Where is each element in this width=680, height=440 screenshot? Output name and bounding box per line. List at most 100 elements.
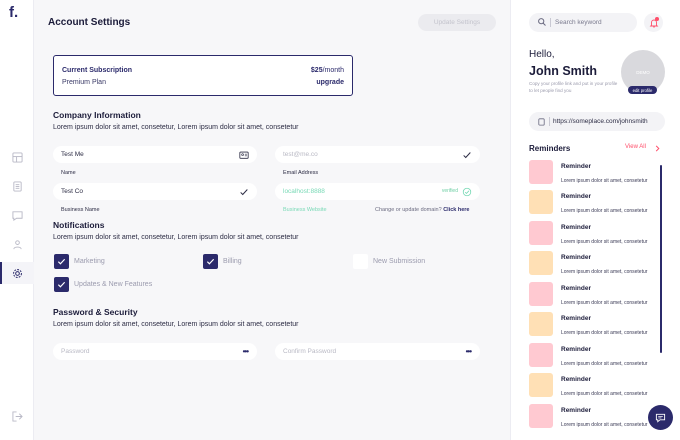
password-mask-icon: ••• — [242, 347, 249, 356]
billing-label: Billing — [223, 258, 242, 265]
reminder-title: Reminder — [561, 376, 591, 383]
reminder-item[interactable]: Reminder Lorem ipsum dolor sit amet, con… — [529, 250, 659, 275]
reminder-text: Lorem ipsum dolor sit amet, consetetur — [561, 208, 648, 214]
domain-note: Change or update domain? Click here — [375, 207, 470, 213]
reminder-title: Reminder — [561, 224, 591, 231]
domain-click-here-link[interactable]: Click here — [443, 207, 469, 213]
chat-fab-button[interactable] — [648, 405, 673, 430]
email-field[interactable]: test@me.co — [275, 146, 480, 163]
business-name-label: Business Name — [61, 207, 100, 213]
reminder-swatch — [529, 282, 553, 306]
notification-button[interactable] — [644, 13, 663, 32]
business-name-field[interactable]: Test Co — [53, 183, 257, 200]
dashboard-icon[interactable] — [11, 151, 23, 163]
settings-icon[interactable] — [11, 267, 23, 279]
reminder-title: Reminder — [561, 193, 591, 200]
business-website-field[interactable]: localhost:8888 verified — [275, 183, 480, 200]
checkmark-icon — [206, 258, 215, 265]
page-title: Account Settings — [48, 17, 131, 28]
reminder-swatch — [529, 221, 553, 245]
notifications-section-description: Lorem ipsum dolor sit amet, consetetur, … — [53, 234, 299, 241]
reminder-title: Reminder — [561, 163, 591, 170]
company-section-title: Company Information — [53, 110, 141, 120]
billing-checkbox[interactable] — [203, 254, 218, 269]
updates-features-checkbox[interactable] — [54, 277, 69, 292]
check-icon — [461, 149, 472, 160]
reminder-swatch — [529, 190, 553, 214]
subscription-card: Current Subscription Premium Plan $25/mo… — [53, 55, 353, 96]
website-placeholder: localhost:8888 — [283, 188, 325, 195]
notification-dot — [655, 17, 659, 21]
profile-hint: Copy your profile link and put in your p… — [529, 81, 618, 93]
updates-features-label: Updates & New Features — [74, 281, 153, 288]
security-section-description: Lorem ipsum dolor sit amet, consetetur, … — [53, 321, 299, 328]
reminder-swatch — [529, 343, 553, 367]
logout-icon[interactable] — [11, 410, 23, 422]
update-settings-button[interactable]: Update Settings — [418, 14, 496, 31]
new-submission-label: New Submission — [373, 258, 426, 265]
url-divider — [549, 117, 550, 126]
reminder-title: Reminder — [561, 346, 591, 353]
name-field[interactable]: Test Me — [53, 146, 257, 163]
chat-bubble-icon — [655, 413, 666, 423]
sidebar: f. — [0, 0, 34, 440]
search-placeholder: Search keyword — [555, 19, 602, 26]
users-icon[interactable] — [11, 238, 23, 250]
brand-logo[interactable]: f. — [9, 4, 18, 21]
search-input[interactable]: Search keyword — [529, 13, 637, 32]
right-panel: Search keyword Hello, John Smith Copy yo… — [510, 0, 680, 440]
verified-badge: verified — [441, 188, 458, 194]
reminder-item[interactable]: Reminder Lorem ipsum dolor sit amet, con… — [529, 159, 659, 184]
edit-profile-button[interactable]: edit profile — [628, 86, 657, 94]
reminder-item[interactable]: Reminder Lorem ipsum dolor sit amet, con… — [529, 403, 659, 428]
verified-check-icon — [461, 186, 472, 197]
reminder-item[interactable]: Reminder Lorem ipsum dolor sit amet, con… — [529, 311, 659, 336]
marketing-checkbox[interactable] — [54, 254, 69, 269]
reminder-swatch — [529, 404, 553, 428]
reminders-list: Reminder Lorem ipsum dolor sit amet, con… — [529, 159, 665, 429]
notifications-section-title: Notifications — [53, 220, 105, 230]
reminder-text: Lorem ipsum dolor sit amet, consetetur — [561, 422, 648, 428]
greeting: Hello, — [529, 49, 555, 60]
price-amount: $25 — [310, 67, 323, 74]
new-submission-checkbox[interactable] — [353, 254, 368, 269]
reminder-title: Reminder — [561, 315, 591, 322]
business-website-label: Business Website — [283, 207, 327, 213]
reminder-swatch — [529, 251, 553, 275]
document-icon[interactable] — [11, 180, 23, 192]
reminder-item[interactable]: Reminder Lorem ipsum dolor sit amet, con… — [529, 220, 659, 245]
confirm-password-placeholder: Confirm Password — [283, 348, 337, 355]
reminder-swatch — [529, 160, 553, 184]
profile-url-field[interactable]: https://someplace.com/johnsmith — [529, 112, 665, 131]
checkmark-icon — [57, 258, 66, 265]
reminder-title: Reminder — [561, 407, 591, 414]
confirm-password-mask-icon: ••• — [465, 347, 472, 356]
search-icon — [538, 18, 546, 26]
reminders-title: Reminders — [529, 144, 571, 153]
password-field[interactable]: Password ••• — [53, 343, 257, 360]
domain-note-text: Change or update domain? — [375, 207, 442, 213]
reminder-swatch — [529, 373, 553, 397]
reminders-scrollbar[interactable] — [660, 165, 662, 353]
reminder-item[interactable]: Reminder Lorem ipsum dolor sit amet, con… — [529, 342, 659, 367]
reminder-text: Lorem ipsum dolor sit amet, consetetur — [561, 330, 648, 336]
view-all-link[interactable]: View All — [625, 144, 646, 150]
reminder-item[interactable]: Reminder Lorem ipsum dolor sit amet, con… — [529, 281, 659, 306]
chat-icon[interactable] — [11, 209, 23, 221]
confirm-password-field[interactable]: Confirm Password ••• — [275, 343, 480, 360]
reminder-title: Reminder — [561, 254, 591, 261]
reminder-text: Lorem ipsum dolor sit amet, consetetur — [561, 391, 648, 397]
chevron-right-icon[interactable] — [654, 145, 661, 152]
price-period: /month — [322, 67, 344, 74]
reminder-title: Reminder — [561, 285, 591, 292]
business-name-value: Test Co — [61, 188, 84, 195]
settings-main: Account Settings Update Settings Current… — [34, 0, 510, 440]
company-section-description: Lorem ipsum dolor sit amet, consetetur, … — [53, 124, 299, 131]
profile-url: https://someplace.com/johnsmith — [553, 118, 648, 125]
reminder-item[interactable]: Reminder Lorem ipsum dolor sit amet, con… — [529, 189, 659, 214]
email-label: Email Address — [283, 170, 319, 176]
reminder-item[interactable]: Reminder Lorem ipsum dolor sit amet, con… — [529, 372, 659, 397]
upgrade-link[interactable]: upgrade — [316, 79, 344, 86]
reminder-text: Lorem ipsum dolor sit amet, consetetur — [561, 361, 648, 367]
reminder-text: Lorem ipsum dolor sit amet, consetetur — [561, 269, 648, 275]
